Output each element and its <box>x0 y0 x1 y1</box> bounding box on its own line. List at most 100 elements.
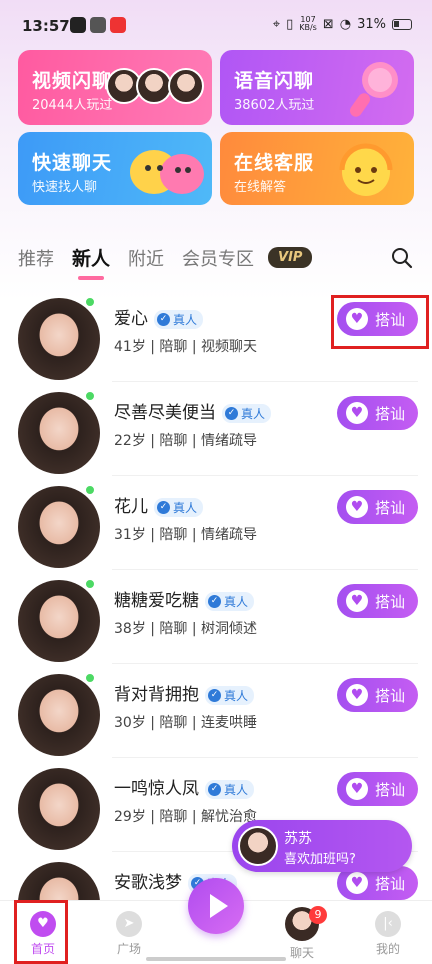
avatar[interactable] <box>18 486 100 568</box>
user-info: 22岁 | 陪聊 | 情绪疏导 <box>114 433 258 449</box>
quick-chat-card[interactable]: 快速聊天 快速找人聊 <box>18 132 212 205</box>
card-title: 快速聊天 <box>32 152 113 174</box>
heart-icon: ♥ <box>346 590 368 612</box>
app-notification-icon <box>90 17 106 33</box>
user-name: 爱心 <box>114 309 148 329</box>
list-item[interactable]: 尽善尽美便当 ✓ 真人 22岁 | 陪聊 | 情绪疏导 ♥ 搭讪 <box>0 382 432 476</box>
user-info: 29岁 | 陪聊 | 解忧治愈 <box>114 809 258 825</box>
check-icon: ✓ <box>208 688 221 702</box>
heart-icon: ♥ <box>346 778 368 800</box>
voice-chat-card[interactable]: 语音闪聊 38602人玩过 <box>220 50 414 125</box>
app-badge-icon <box>110 17 126 33</box>
avatar[interactable] <box>18 768 100 850</box>
check-icon: ✓ <box>208 594 221 608</box>
button-label: 搭讪 <box>375 780 406 799</box>
verified-badge: ✓真人 <box>205 591 255 611</box>
chat-up-button[interactable]: ♥ 搭讪 <box>337 396 418 430</box>
chat-up-button[interactable]: ♥ 搭讪 <box>337 772 418 806</box>
customer-service-card[interactable]: 在线客服 在线解答 <box>220 132 414 205</box>
check-icon: ✓ <box>225 406 238 420</box>
highlight-box <box>14 900 68 964</box>
verified-label: 真人 <box>173 500 198 515</box>
tab-new[interactable]: 新人 <box>72 244 110 280</box>
chat-up-button[interactable]: ♥ 搭讪 <box>337 490 418 524</box>
online-indicator <box>84 390 96 402</box>
category-tabs: 推荐 新人 附近 会员专区 VIP <box>18 244 313 280</box>
avatar <box>168 68 204 104</box>
chat-unread-badge: 9 <box>309 906 327 924</box>
compass-icon: ➤ <box>116 911 142 937</box>
user-name: 一鸣惊人凤 <box>114 779 199 799</box>
avatar <box>136 68 172 104</box>
tiktok-icon <box>70 17 86 33</box>
battery-icon <box>392 18 412 30</box>
user-name: 糖糖爱吃糖 <box>114 591 199 611</box>
video-chat-card[interactable]: 视频闪聊 20444人玩过 <box>18 50 212 125</box>
tab-recommend[interactable]: 推荐 <box>18 245 54 271</box>
verified-badge: ✓真人 <box>205 779 255 799</box>
play-button[interactable] <box>188 878 244 934</box>
card-subtitle: 快速找人聊 <box>32 180 98 195</box>
avatar[interactable] <box>18 392 100 474</box>
check-icon: ✓ <box>208 782 221 796</box>
check-icon: ✓ <box>157 312 170 326</box>
card-subtitle: 在线解答 <box>234 180 287 195</box>
user-name: 花儿 <box>114 497 148 517</box>
headset-smiley-icon <box>339 143 393 196</box>
vip-badge[interactable]: VIP <box>268 247 313 268</box>
chat-up-button[interactable]: ♥ 搭讪 <box>337 678 418 712</box>
list-item[interactable]: 背对背拥抱 ✓ 真人 30岁 | 陪聊 | 连麦哄睡 ♥ 搭讪 <box>0 664 432 758</box>
verified-badge: ✓真人 <box>154 309 204 329</box>
message-popup[interactable]: 苏苏 喜欢加班吗? <box>232 820 412 872</box>
location-icon: ⌖ <box>272 16 281 32</box>
button-label: 搭讪 <box>375 686 406 705</box>
card-subtitle: 20444人玩过 <box>32 98 113 113</box>
nav-mine[interactable]: |‹ 我的 <box>358 901 418 957</box>
status-bar: 13:57 ⌖ ▯ 107 KB/s ⊠ ◔ 31% <box>0 0 432 50</box>
avatar[interactable] <box>18 674 100 756</box>
popup-sender: 苏苏 <box>284 831 312 847</box>
avatar[interactable] <box>18 298 100 380</box>
card-subtitle: 38602人玩过 <box>234 98 315 113</box>
user-info: 41岁 | 陪聊 | 视频聊天 <box>114 339 258 355</box>
tab-members[interactable]: 会员专区 <box>182 245 254 271</box>
microphone-icon <box>349 62 398 117</box>
heart-icon: ♥ <box>346 684 368 706</box>
card-title: 视频闪聊 <box>32 70 113 92</box>
nav-label: 广场 <box>116 942 141 956</box>
verified-label: 真人 <box>173 312 198 327</box>
user-info: 31岁 | 陪聊 | 情绪疏导 <box>114 527 258 543</box>
profile-icon: |‹ <box>375 911 401 937</box>
status-time: 13:57 <box>22 17 70 35</box>
verified-label: 真人 <box>224 594 249 609</box>
sim-icon: ⊠ <box>322 16 334 32</box>
vibrate-icon: ▯ <box>286 16 294 32</box>
user-info: 30岁 | 陪聊 | 连麦哄睡 <box>114 715 258 731</box>
home-indicator[interactable] <box>146 957 286 961</box>
verified-badge: ✓真人 <box>154 497 204 517</box>
heart-icon: ♥ <box>346 872 368 894</box>
check-icon: ✓ <box>157 500 170 514</box>
user-name: 安歌浅梦 <box>114 873 182 893</box>
button-label: 搭讪 <box>375 874 406 893</box>
heart-icon: ♥ <box>346 402 368 424</box>
chat-up-button[interactable]: ♥ 搭讪 <box>337 584 418 618</box>
online-indicator <box>84 484 96 496</box>
button-label: 搭讪 <box>375 404 406 423</box>
tab-nearby[interactable]: 附近 <box>128 245 164 271</box>
online-indicator <box>84 578 96 590</box>
list-item[interactable]: 花儿 ✓ 真人 31岁 | 陪聊 | 情绪疏导 ♥ 搭讪 <box>0 476 432 570</box>
button-label: 搭讪 <box>375 592 406 611</box>
list-item[interactable]: 糖糖爱吃糖 ✓ 真人 38岁 | 陪聊 | 树洞倾述 ♥ 搭讪 <box>0 570 432 664</box>
online-indicator <box>84 672 96 684</box>
verified-badge: ✓真人 <box>222 403 272 423</box>
user-name: 尽善尽美便当 <box>114 403 216 423</box>
card-title: 语音闪聊 <box>234 70 315 92</box>
chat-bubbles-icon <box>130 150 204 194</box>
network-speed: 107 KB/s <box>299 15 317 32</box>
nav-square[interactable]: ➤ 广场 <box>99 901 159 957</box>
search-icon[interactable] <box>391 247 413 269</box>
verified-label: 真人 <box>224 688 249 703</box>
wifi-icon: ◔ <box>339 16 352 32</box>
avatar[interactable] <box>18 580 100 662</box>
